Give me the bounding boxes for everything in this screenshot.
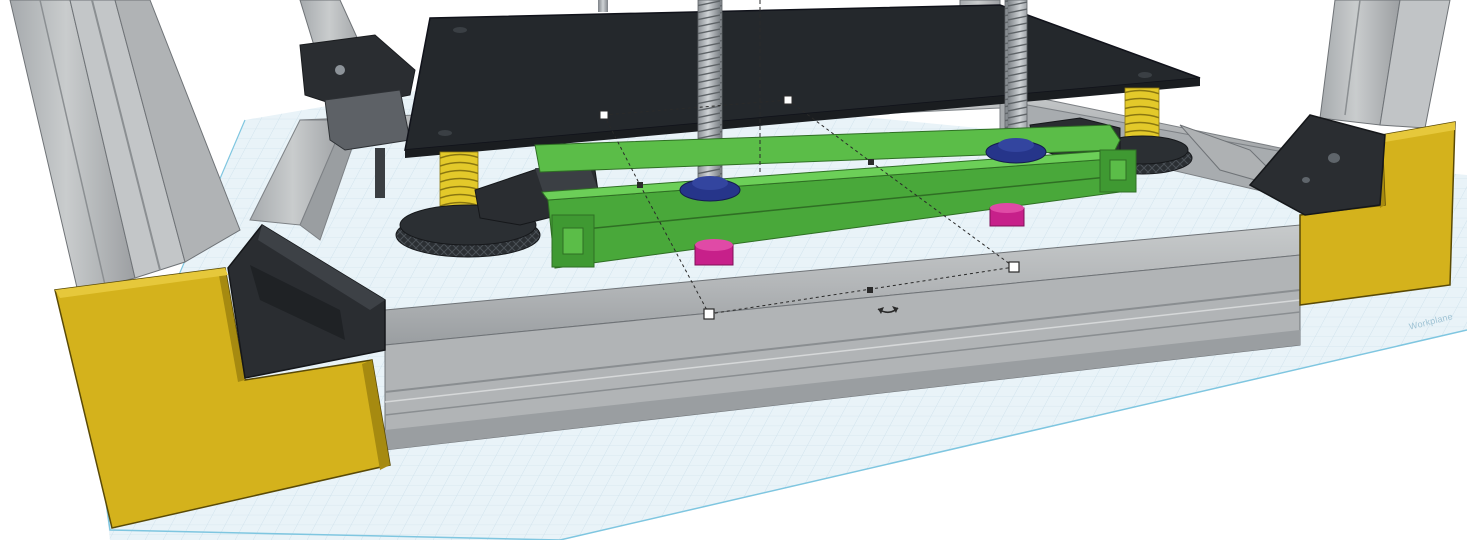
leadscrew-nut-left[interactable]: [694, 239, 734, 266]
bed-spring-left[interactable]: [439, 151, 479, 211]
edge-handle-left[interactable]: [637, 182, 643, 188]
bed-spring-right[interactable]: [1124, 87, 1160, 139]
3d-viewport[interactable]: Workplane: [0, 0, 1467, 540]
resize-handle-front-right[interactable]: [1008, 261, 1020, 273]
edge-handle-right[interactable]: [868, 159, 874, 165]
resize-handle-back-right[interactable]: [783, 95, 793, 105]
resize-handle-front-left[interactable]: [703, 308, 715, 320]
z-leadscrew-back[interactable]: [598, 0, 608, 12]
leadscrew-nut-right[interactable]: [989, 203, 1025, 227]
resize-handle-back-left[interactable]: [599, 110, 609, 120]
scene-canvas[interactable]: [0, 0, 1467, 540]
z-leadscrew-right[interactable]: [1004, 0, 1028, 149]
edge-handle-front[interactable]: [867, 287, 873, 293]
